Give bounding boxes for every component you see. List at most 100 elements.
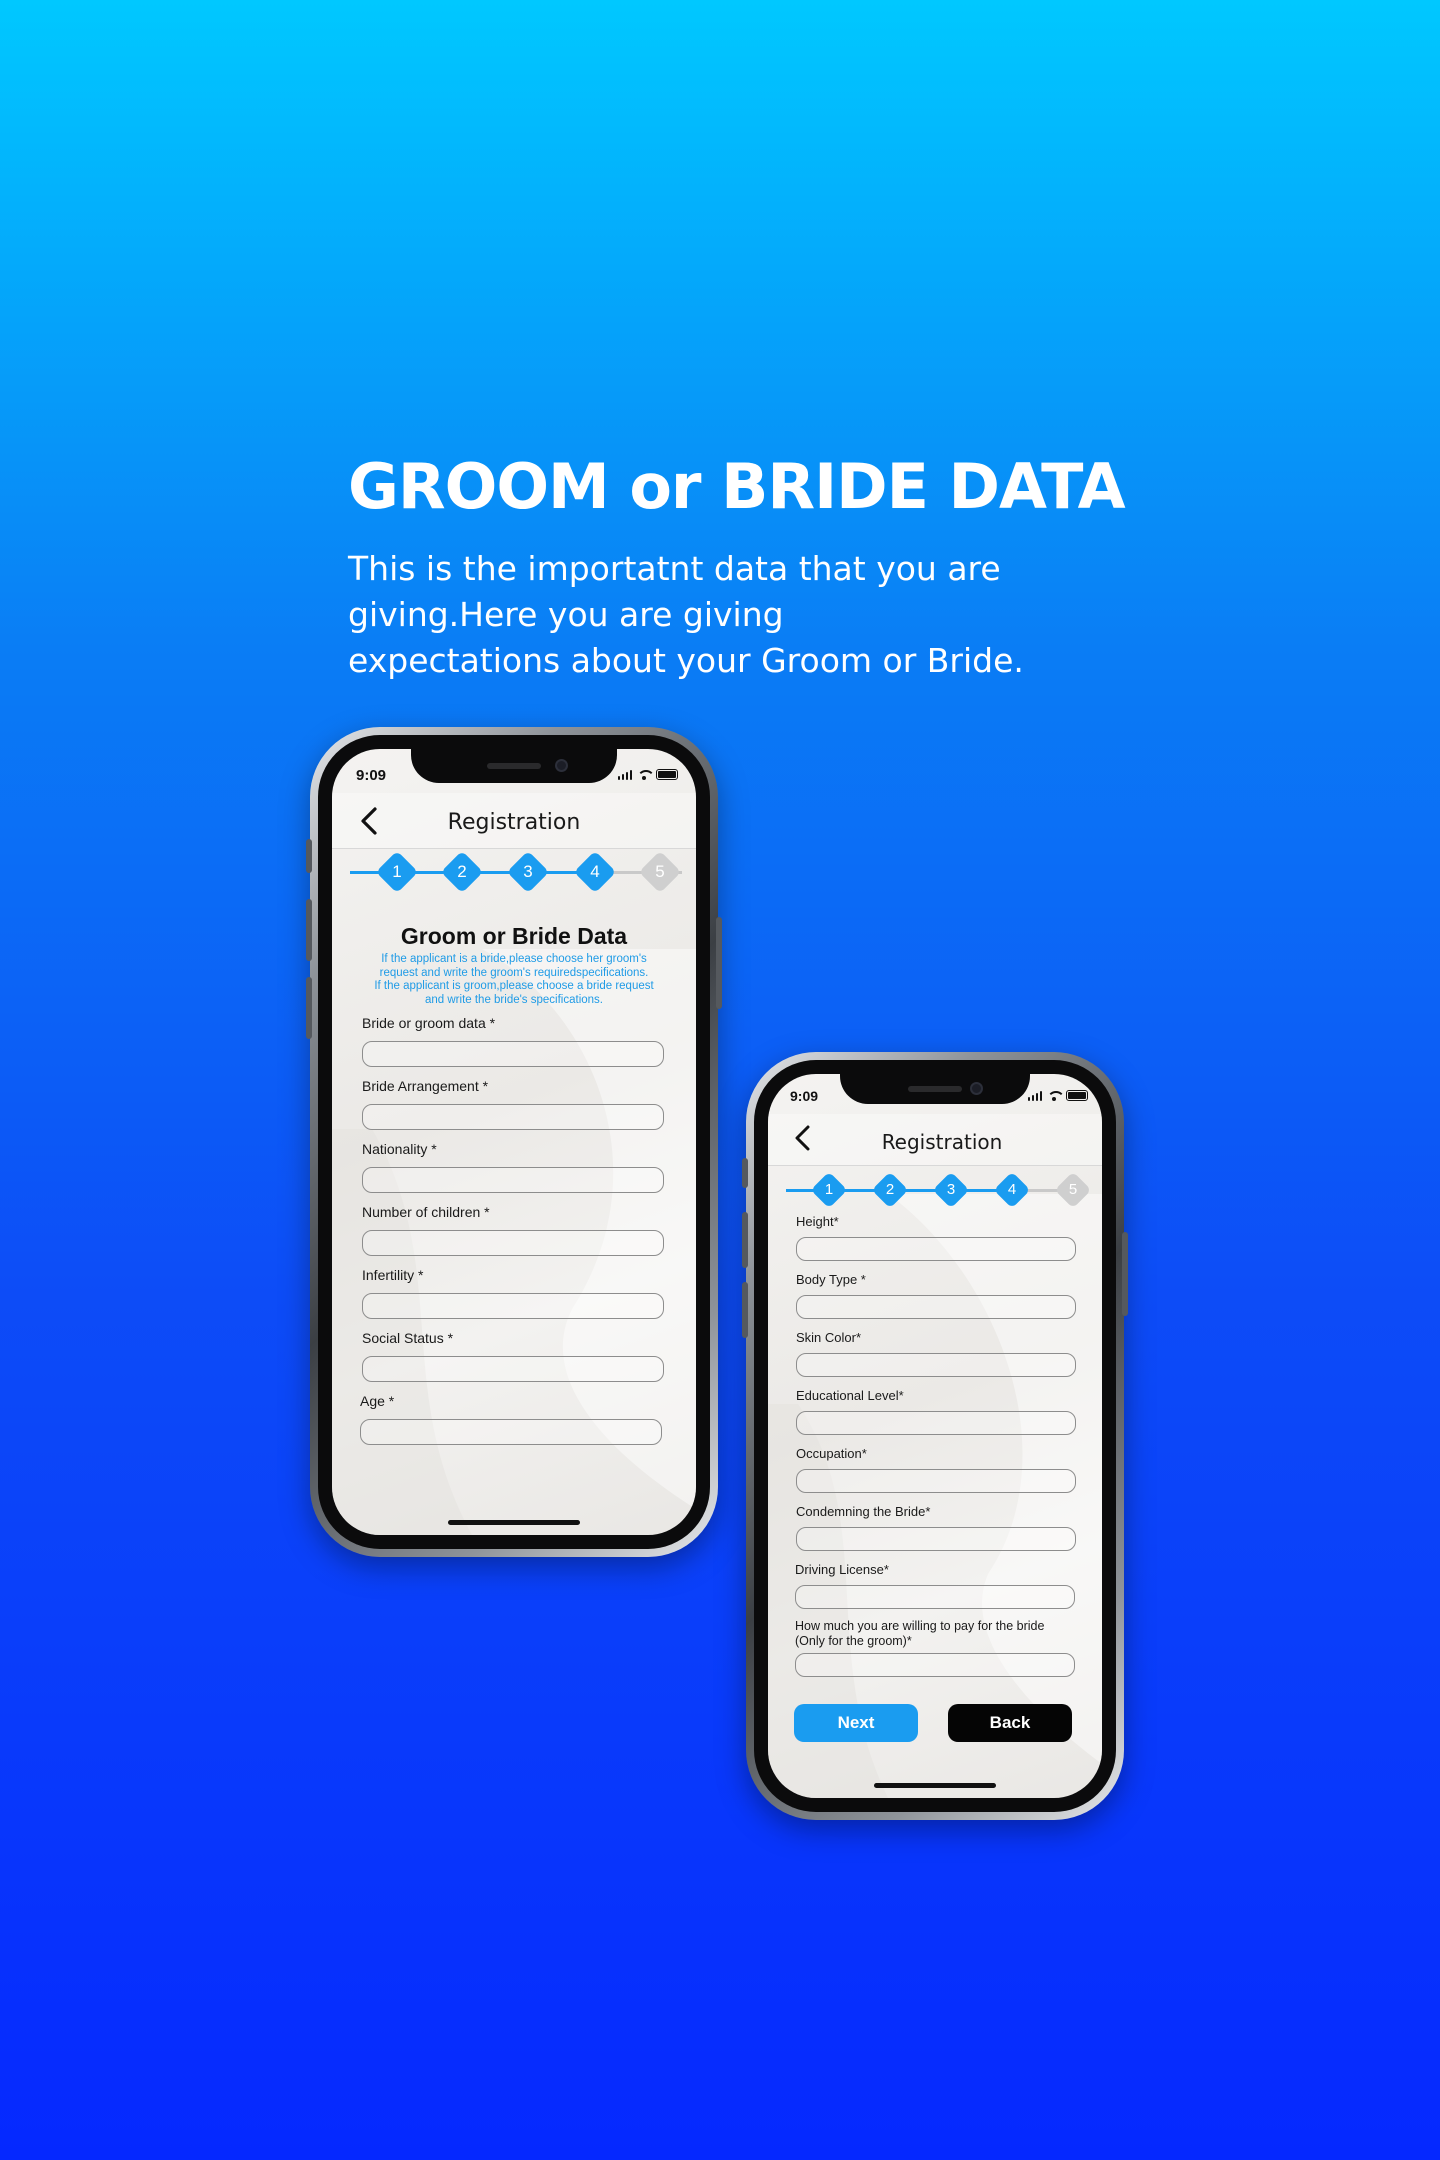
body-type-input[interactable] xyxy=(796,1295,1076,1319)
step-5[interactable]: 5 xyxy=(1054,1171,1092,1209)
front-camera xyxy=(970,1082,983,1095)
status-time: 9:09 xyxy=(356,767,387,784)
form-title: Groom or Bride Data xyxy=(400,923,628,949)
skin-color-input[interactable] xyxy=(796,1353,1076,1377)
field-bride-or-groom-data: Bride or groom data * xyxy=(362,1015,664,1067)
step-3-label: 3 xyxy=(523,862,533,881)
signal-icon xyxy=(1027,1091,1042,1101)
wifi-icon xyxy=(1047,1091,1065,1101)
field-label-line: (Only for the groom)* xyxy=(795,1634,912,1648)
step-5[interactable]: 5 xyxy=(638,850,682,894)
field-bride-payment: How much you are willing to pay for the … xyxy=(795,1619,1075,1677)
step-4[interactable]: 4 xyxy=(993,1171,1031,1209)
step-4[interactable]: 4 xyxy=(573,850,617,894)
phone-screen: 9:09 Registration 1 2 3 4 5 Groom or Bri… xyxy=(332,749,696,1535)
step-3-label: 3 xyxy=(946,1181,956,1198)
mute-switch xyxy=(306,839,312,873)
status-icons xyxy=(617,769,678,780)
description-line: giving.Here you are giving xyxy=(348,595,784,634)
age-input[interactable] xyxy=(360,1419,662,1445)
step-3[interactable]: 3 xyxy=(506,850,550,894)
form-instructions-line: and write the bride's specifications. xyxy=(425,993,603,1006)
step-4-label: 4 xyxy=(590,862,600,881)
volume-up-button xyxy=(742,1212,748,1268)
page-headline: GROOM or BRIDE DATA xyxy=(348,450,1126,523)
mute-switch xyxy=(742,1158,748,1188)
field-height: Height* xyxy=(796,1214,1076,1261)
condemning-the-bride-input[interactable] xyxy=(796,1527,1076,1551)
field-condemning-the-bride: Condemning the Bride* xyxy=(796,1504,1076,1551)
home-indicator[interactable] xyxy=(448,1520,580,1525)
form-instructions-line: If the applicant is a bride,please choos… xyxy=(381,953,647,965)
form-instructions-line: If the applicant is groom,please choose … xyxy=(374,980,654,992)
height-input[interactable] xyxy=(796,1237,1076,1261)
field-driving-license: Driving License* xyxy=(795,1562,1075,1609)
speaker-grille xyxy=(908,1086,962,1092)
form-instructions: If the applicant is a bride,please choos… xyxy=(332,953,696,1007)
bride-payment-input[interactable] xyxy=(795,1653,1075,1677)
back-button[interactable]: Back xyxy=(948,1704,1072,1742)
field-label: How much you are willing to pay for the … xyxy=(795,1619,1075,1649)
home-indicator[interactable] xyxy=(874,1783,996,1788)
nav-bar: Registration xyxy=(332,793,696,849)
driving-license-input[interactable] xyxy=(795,1585,1075,1609)
field-label: Number of children * xyxy=(362,1204,490,1220)
field-label: Bride or groom data * xyxy=(362,1015,496,1031)
phone-notch xyxy=(411,749,617,783)
step-3[interactable]: 3 xyxy=(932,1171,970,1209)
field-label: Bride Arrangement * xyxy=(362,1078,489,1094)
bride-arrangement-input[interactable] xyxy=(362,1104,664,1130)
power-button xyxy=(716,917,722,1009)
field-label: Occupation* xyxy=(796,1446,867,1461)
volume-down-button xyxy=(306,977,312,1039)
step-2-label: 2 xyxy=(457,862,467,881)
occupation-input[interactable] xyxy=(796,1469,1076,1493)
nav-bar: Registration xyxy=(768,1114,1102,1166)
volume-down-button xyxy=(742,1282,748,1338)
form-instructions-line: request and write the groom's requiredsp… xyxy=(379,966,649,979)
field-infertility: Infertility * xyxy=(362,1267,664,1319)
power-button xyxy=(1122,1232,1128,1316)
field-label: Social Status * xyxy=(362,1330,454,1346)
front-camera xyxy=(555,759,568,772)
field-skin-color: Skin Color* xyxy=(796,1330,1076,1377)
page-description: This is the importatnt data that you are… xyxy=(348,546,1068,684)
field-label: Condemning the Bride* xyxy=(796,1504,931,1519)
bride-or-groom-data-input[interactable] xyxy=(362,1041,664,1067)
field-label: Nationality * xyxy=(362,1141,437,1157)
field-label: Age * xyxy=(360,1393,395,1409)
description-line: This is the importatnt data that you are xyxy=(348,549,1001,588)
field-label: Educational Level* xyxy=(796,1388,904,1403)
field-label: Driving License* xyxy=(795,1562,889,1577)
step-4-label: 4 xyxy=(1007,1181,1017,1198)
nav-title: Registration xyxy=(447,810,581,835)
field-age: Age * xyxy=(360,1393,662,1445)
field-bride-arrangement: Bride Arrangement * xyxy=(362,1078,664,1130)
social-status-input[interactable] xyxy=(362,1356,664,1382)
field-educational-level: Educational Level* xyxy=(796,1388,1076,1435)
speaker-grille xyxy=(487,763,541,769)
status-time: 9:09 xyxy=(790,1088,819,1104)
step-1-label: 1 xyxy=(824,1181,834,1198)
step-1[interactable]: 1 xyxy=(810,1171,848,1209)
progress-stepper: 1 2 3 4 5 xyxy=(786,1170,1092,1210)
signal-icon xyxy=(617,770,632,780)
phone-left: 9:09 Registration 1 2 3 4 5 Groom or Bri… xyxy=(306,727,722,1557)
step-1[interactable]: 1 xyxy=(375,850,419,894)
field-social-status: Social Status * xyxy=(362,1330,664,1382)
next-button[interactable]: Next xyxy=(794,1704,918,1742)
nationality-input[interactable] xyxy=(362,1167,664,1193)
phone-notch xyxy=(840,1074,1030,1104)
phone-screen: 9:09 Registration 1 2 3 4 5 Height* Body… xyxy=(768,1074,1102,1798)
number-of-children-input[interactable] xyxy=(362,1230,664,1256)
battery-icon xyxy=(656,769,678,780)
progress-stepper: 1 2 3 4 5 xyxy=(350,850,682,894)
step-2[interactable]: 2 xyxy=(871,1171,909,1209)
step-2[interactable]: 2 xyxy=(440,850,484,894)
infertility-input[interactable] xyxy=(362,1293,664,1319)
field-label-line: How much you are willing to pay for the … xyxy=(795,1619,1045,1633)
battery-icon xyxy=(1066,1090,1088,1101)
educational-level-input[interactable] xyxy=(796,1411,1076,1435)
volume-up-button xyxy=(306,899,312,961)
step-1-label: 1 xyxy=(392,862,402,881)
